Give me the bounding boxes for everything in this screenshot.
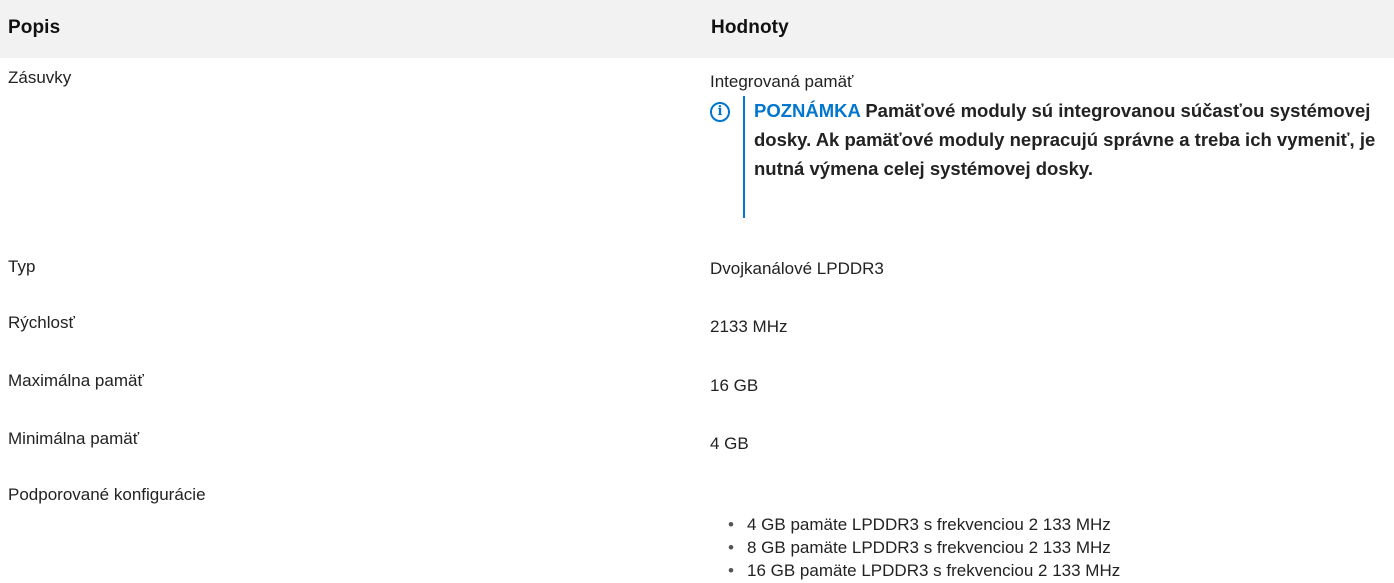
row-value-rychlost: 2133 MHz xyxy=(710,317,788,336)
info-icon: i xyxy=(710,102,730,122)
list-item-text: 8 GB pamäte LPDDR3 s frekvenciou 2 133 M… xyxy=(747,538,1111,557)
note-text: POZNÁMKA Pamäťové moduly sú integrovanou… xyxy=(754,96,1394,183)
row-label-maximalna-pamat: Maximálna pamäť xyxy=(8,371,144,390)
column-header-hodnoty: Hodnoty xyxy=(711,17,789,38)
bullet-icon: • xyxy=(728,515,734,534)
list-item-text: 16 GB pamäte LPDDR3 s frekvenciou 2 133 … xyxy=(747,561,1121,580)
row-label-minimalna-pamat: Minimálna pamäť xyxy=(8,429,140,448)
row-label-rychlost: Rýchlosť xyxy=(8,313,75,332)
note-label: POZNÁMKA xyxy=(754,100,861,121)
note-box: i POZNÁMKA Pamäťové moduly sú integrovan… xyxy=(710,96,1390,218)
row-label-zasuvky: Zásuvky xyxy=(8,68,72,87)
row-value-minimalna-pamat: 4 GB xyxy=(710,434,749,453)
note-accent-bar xyxy=(743,96,745,218)
row-label-typ: Typ xyxy=(8,257,36,276)
list-item-text: 4 GB pamäte LPDDR3 s frekvenciou 2 133 M… xyxy=(747,515,1111,534)
memory-spec-table: Popis Hodnoty Zásuvky Integrovaná pamäť … xyxy=(0,0,1394,580)
bullet-icon: • xyxy=(728,538,734,557)
row-value-zasuvky: Integrovaná pamäť xyxy=(710,72,854,91)
column-header-popis: Popis xyxy=(8,17,61,38)
row-label-podporovane-konfiguracie: Podporované konfigurácie xyxy=(8,485,206,504)
bullet-icon: • xyxy=(728,561,734,580)
table-header: Popis Hodnoty xyxy=(0,0,1394,58)
row-value-typ: Dvojkanálové LPDDR3 xyxy=(710,259,884,278)
row-value-maximalna-pamat: 16 GB xyxy=(710,376,759,395)
